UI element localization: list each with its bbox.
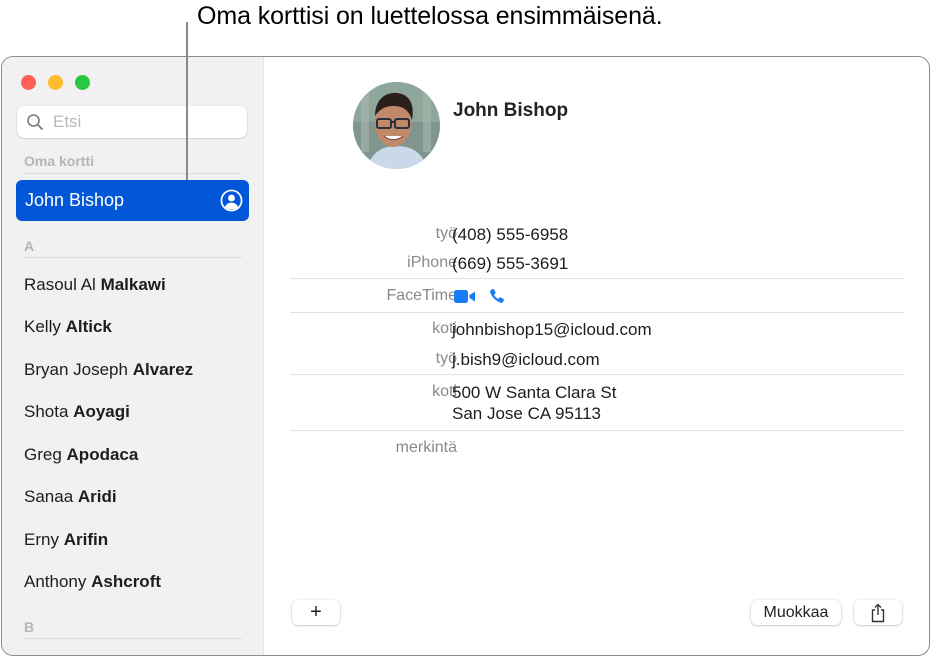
section-header-a: A: [24, 238, 35, 254]
contact-list-item[interactable]: Bryan Joseph Alvarez: [24, 360, 193, 380]
contact-first-name: Sanaa: [24, 487, 74, 506]
contact-list-item[interactable]: Kelly Altick: [24, 317, 112, 337]
contact-first-name: Shota: [24, 402, 69, 421]
section-divider: [24, 173, 242, 174]
contact-first-name: Anthony: [24, 572, 87, 591]
contact-first-name: Rasoul Al: [24, 275, 96, 294]
person-circle-icon: [220, 189, 243, 212]
contact-last-name: Arifin: [63, 530, 109, 549]
email-home-value[interactable]: johnbishop15@icloud.com: [452, 319, 652, 340]
edit-button[interactable]: Muokkaa: [751, 600, 841, 625]
phone-iphone-value[interactable]: (669) 555-3691: [452, 253, 568, 274]
callout-leader-line: [186, 22, 188, 180]
contact-last-name: Aridi: [77, 487, 117, 506]
contact-list-item[interactable]: Shota Aoyagi: [24, 402, 130, 422]
phone-work-value[interactable]: (408) 555-6958: [452, 224, 568, 245]
field-divider: [290, 374, 904, 375]
email-work-value[interactable]: j.bish9@icloud.com: [452, 349, 600, 370]
facetime-label: FaceTime: [386, 287, 457, 304]
field-divider: [290, 430, 904, 431]
contact-list-item[interactable]: Greg Apodaca: [24, 445, 138, 465]
contact-photo-image: [353, 82, 440, 169]
section-divider: [24, 638, 242, 639]
search-icon: [27, 114, 43, 130]
contact-photo[interactable]: [353, 82, 440, 169]
sidebar: Etsi Oma kortti John Bishop A Rasoul Al …: [2, 57, 264, 655]
add-button[interactable]: +: [292, 600, 340, 625]
contact-card: John Bishop työ (408) 555-6958 iPhone (6…: [264, 57, 929, 655]
share-button[interactable]: [854, 600, 902, 625]
phone-icon[interactable]: [489, 288, 505, 304]
share-icon: [871, 603, 885, 623]
contact-list-item[interactable]: Erny Arifin: [24, 530, 108, 550]
contact-last-name: Malkawi: [100, 275, 166, 294]
callout-text: Oma korttisi on luettelossa ensimmäisenä…: [197, 2, 663, 30]
contacts-window: Etsi Oma kortti John Bishop A Rasoul Al …: [1, 56, 930, 656]
search-field[interactable]: Etsi: [17, 106, 247, 138]
video-camera-icon[interactable]: [454, 289, 478, 305]
contact-first-name: Bryan Joseph: [24, 360, 128, 379]
my-card-section-header: Oma kortti: [24, 153, 95, 169]
contact-list-item[interactable]: Anthony Ashcroft: [24, 572, 161, 592]
contact-name: John Bishop: [453, 100, 569, 121]
my-card-list-item[interactable]: John Bishop: [16, 180, 249, 221]
minimize-window-button[interactable]: [48, 75, 63, 90]
note-label: merkintä: [395, 439, 457, 456]
contact-first-name: Erny: [24, 530, 59, 549]
contact-first-name: Kelly: [24, 317, 61, 336]
contact-first-name: Greg: [24, 445, 62, 464]
contact-last-name: Ashcroft: [91, 572, 162, 591]
section-header-b: B: [24, 619, 35, 635]
contact-last-name: Alvarez: [132, 360, 194, 379]
close-window-button[interactable]: [21, 75, 36, 90]
section-divider: [24, 257, 242, 258]
address-home-line1[interactable]: 500 W Santa Clara St: [452, 382, 616, 403]
contact-last-name: Altick: [65, 317, 112, 336]
contact-last-name: Aoyagi: [73, 402, 130, 421]
search-placeholder: Etsi: [53, 112, 82, 131]
field-divider: [290, 312, 904, 313]
contact-list-item[interactable]: Rasoul Al Malkawi: [24, 275, 166, 295]
contact-last-name: Apodaca: [66, 445, 139, 464]
my-card-name: John Bishop: [25, 190, 125, 210]
phone-iphone-label: iPhone: [407, 254, 457, 271]
zoom-window-button[interactable]: [75, 75, 90, 90]
contact-list-item[interactable]: Sanaa Aridi: [24, 487, 117, 507]
field-divider: [290, 278, 904, 279]
address-home-line2[interactable]: San Jose CA 95113: [452, 403, 601, 424]
